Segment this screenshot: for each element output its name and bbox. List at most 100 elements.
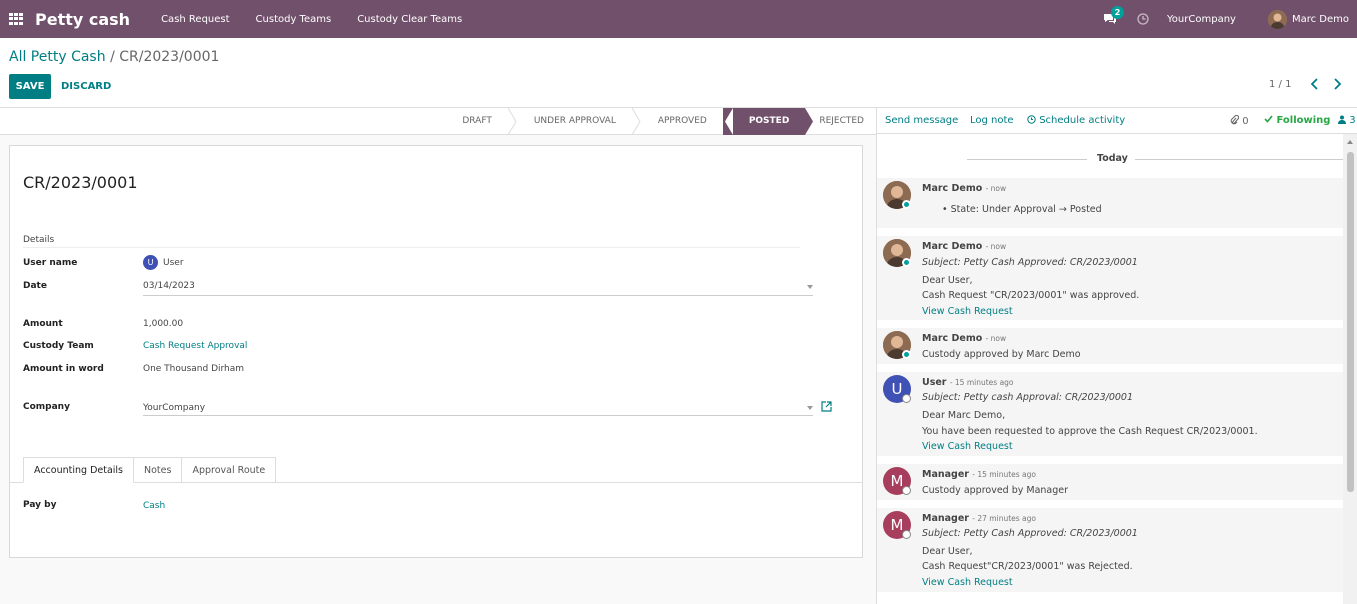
message-item: M Manager - 15 minutes ago Custody appro… — [877, 464, 1344, 500]
label-custody-team: Custody Team — [23, 341, 94, 351]
followers-count: 3 — [1349, 115, 1356, 126]
company-switcher[interactable]: YourCompany — [1167, 14, 1236, 25]
field-user-name[interactable]: User — [163, 258, 184, 268]
label-amount: Amount — [23, 319, 63, 329]
message-body-line: You have been requested to approve the C… — [922, 426, 1258, 437]
field-date[interactable]: 03/14/2023 — [143, 281, 195, 291]
date-separator: Today — [877, 153, 1347, 165]
log-note-button[interactable]: Log note — [970, 115, 1014, 126]
followers-button[interactable]: 3 — [1338, 115, 1356, 126]
stage-separator — [631, 108, 641, 135]
following-button[interactable]: Following — [1264, 115, 1330, 126]
send-message-button[interactable]: Send message — [885, 115, 958, 126]
apps-menu-icon[interactable] — [9, 13, 23, 25]
view-cash-request-link[interactable]: View Cash Request — [922, 306, 1013, 317]
view-cash-request-link[interactable]: View Cash Request — [922, 441, 1013, 452]
status-bar: DRAFT UNDER APPROVAL APPROVED POSTED REJ… — [0, 108, 876, 135]
check-icon — [1264, 115, 1273, 123]
chevron-right-icon[interactable] — [1332, 78, 1342, 90]
following-label: Following — [1276, 115, 1331, 126]
chevron-down-icon[interactable] — [807, 285, 813, 289]
presence-offline-icon — [902, 486, 911, 495]
breadcrumb-current: CR/2023/0001 — [119, 49, 220, 65]
message-author[interactable]: Marc Demo - now — [922, 183, 1006, 194]
stage-separator — [805, 108, 814, 135]
group-title-details: Details — [23, 235, 55, 245]
label-date: Date — [23, 281, 47, 291]
scroll-thumb[interactable] — [1347, 152, 1354, 492]
avatar — [1267, 9, 1287, 29]
record-title: CR/2023/0001 — [23, 173, 138, 192]
field-amount[interactable]: 1,000.00 — [143, 319, 183, 329]
breadcrumb: All Petty Cash / CR/2023/0001 — [9, 49, 219, 65]
message-subject: Subject: Petty Cash Approved: CR/2023/00… — [922, 528, 1138, 539]
activity-clock-icon[interactable] — [1137, 13, 1149, 25]
chatter-scrollbar[interactable] — [1343, 134, 1357, 604]
clock-icon — [1027, 115, 1036, 124]
presence-online-icon — [902, 258, 911, 267]
menu-custody-teams[interactable]: Custody Teams — [256, 14, 332, 25]
tab-approval-route[interactable]: Approval Route — [182, 457, 277, 483]
message-author[interactable]: Manager - 27 minutes ago — [922, 513, 1036, 524]
message-author[interactable]: Manager - 15 minutes ago — [922, 469, 1036, 480]
label-amount-in-word: Amount in word — [23, 364, 104, 374]
save-button[interactable]: SAVE — [9, 74, 51, 99]
message-item: U User - 15 minutes ago Subject: Petty c… — [877, 372, 1344, 456]
discard-button[interactable]: DISCARD — [61, 74, 111, 99]
label-pay-by: Pay by — [23, 500, 57, 510]
message-item: Marc Demo - now Custody approved by Marc… — [877, 328, 1344, 364]
message-body-line: Dear Marc Demo, — [922, 410, 1006, 421]
schedule-activity-label: Schedule activity — [1039, 115, 1126, 126]
stage-posted[interactable]: POSTED — [732, 108, 806, 135]
message-body-line: Dear User, — [922, 546, 973, 557]
message-author[interactable]: User - 15 minutes ago — [922, 377, 1014, 388]
schedule-activity-button[interactable]: Schedule activity — [1027, 115, 1125, 126]
view-cash-request-link[interactable]: View Cash Request — [922, 577, 1013, 588]
chatter-toolbar: Send message Log note Schedule activity … — [877, 108, 1357, 134]
attachments-button[interactable]: 0 — [1230, 114, 1249, 127]
user-icon — [1338, 115, 1346, 124]
chat-icon[interactable]: 2 — [1103, 6, 1125, 25]
user-avatar: U — [143, 255, 158, 270]
stage-rejected[interactable]: REJECTED — [815, 108, 876, 135]
presence-offline-icon — [902, 394, 911, 403]
user-menu[interactable]: Marc Demo — [1267, 9, 1349, 29]
stage-approved[interactable]: APPROVED — [642, 108, 723, 135]
field-amount-in-word[interactable]: One Thousand Dirham — [143, 364, 244, 374]
user-name: Marc Demo — [1291, 13, 1349, 25]
stage-under-approval[interactable]: UNDER APPROVAL — [518, 108, 632, 135]
form-view: DRAFT UNDER APPROVAL APPROVED POSTED REJ… — [0, 108, 876, 604]
menu-custody-clear-teams[interactable]: Custody Clear Teams — [357, 14, 462, 25]
tab-accounting-details[interactable]: Accounting Details — [23, 457, 135, 483]
message-item: M Manager - 27 minutes ago Subject: Pett… — [877, 508, 1344, 592]
chevron-left-icon[interactable] — [1310, 78, 1320, 90]
control-panel: All Petty Cash / CR/2023/0001 SAVE DISCA… — [0, 38, 1357, 108]
breadcrumb-parent[interactable]: All Petty Cash — [9, 49, 106, 65]
scroll-up-icon[interactable] — [1347, 140, 1353, 144]
chevron-down-icon[interactable] — [807, 406, 813, 410]
message-item: Marc Demo - now Subject: Petty Cash Appr… — [877, 236, 1344, 320]
message-author[interactable]: Marc Demo - now — [922, 241, 1006, 252]
external-link-icon[interactable] — [821, 401, 832, 412]
presence-offline-icon — [902, 530, 911, 539]
field-pay-by[interactable]: Cash — [143, 501, 165, 511]
label-user-name: User name — [23, 258, 78, 268]
message-body-line: Cash Request "CR/2023/0001" was approved… — [922, 290, 1140, 301]
message-subject: Subject: Petty cash Approval: CR/2023/00… — [922, 392, 1134, 403]
pager-value[interactable]: 1 / 1 — [1269, 79, 1291, 90]
message-body-line: Custody approved by Manager — [922, 485, 1069, 496]
message-subject: Subject: Petty Cash Approved: CR/2023/00… — [922, 257, 1138, 268]
field-company[interactable]: YourCompany — [143, 403, 205, 413]
stage-separator — [507, 108, 517, 135]
app-brand[interactable]: Petty cash — [35, 10, 130, 29]
chatter-panel: Send message Log note Schedule activity … — [876, 108, 1357, 604]
presence-online-icon — [902, 200, 911, 209]
date-underline — [143, 295, 813, 296]
menu-cash-request[interactable]: Cash Request — [161, 14, 229, 25]
field-custody-team[interactable]: Cash Request Approval — [143, 341, 247, 351]
notebook-tabs: Accounting Details Notes Approval Route — [23, 457, 277, 483]
message-author[interactable]: Marc Demo - now — [922, 333, 1006, 344]
breadcrumb-separator: / — [110, 49, 115, 65]
tab-notes[interactable]: Notes — [134, 457, 183, 483]
stage-draft[interactable]: DRAFT — [446, 108, 508, 135]
